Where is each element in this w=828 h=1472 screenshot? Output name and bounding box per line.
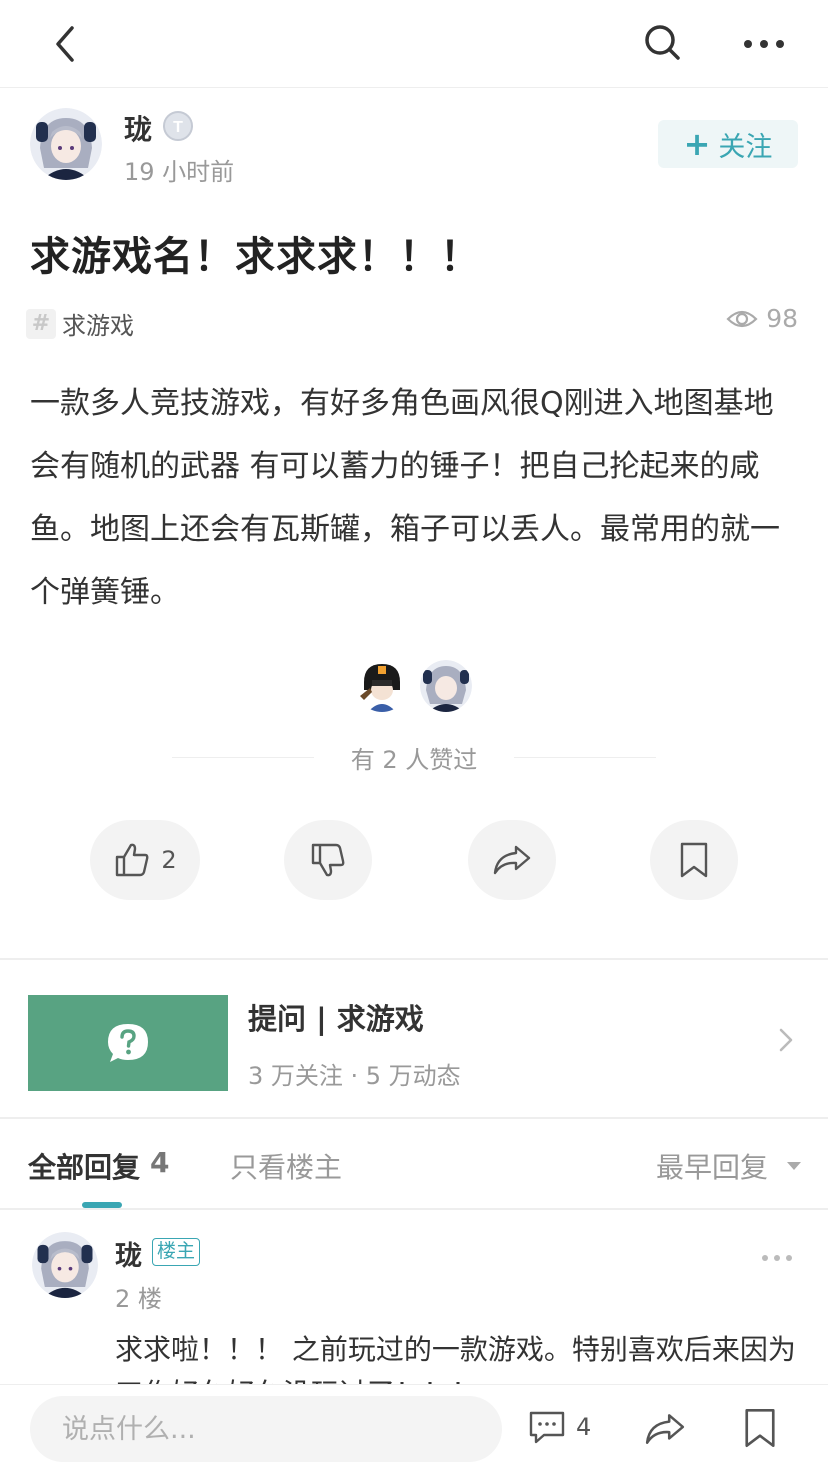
topic-cover[interactable] [28,995,228,1091]
plus-icon: + [683,125,711,163]
sort-label: 最早回复 [655,1151,768,1184]
reply-text: 求求啦！！！ 之前玩过的一款游戏。特别喜欢后来因为工作好久好久没玩过了！！！ [115,1333,796,1384]
bottom-bar: 4 [0,1384,828,1472]
search-button[interactable] [640,20,684,64]
tab-all-label: 全部回复 [28,1151,141,1184]
bookmark-button-bottom[interactable] [742,1407,778,1449]
topic-title[interactable]: 提问 | 求游戏 [248,996,424,1038]
post-tag[interactable]: # 求游戏 [26,306,134,341]
comment-input[interactable] [30,1396,502,1462]
comment-count: 4 [576,1413,592,1441]
share-button-bottom[interactable] [644,1409,686,1449]
thumbs-up-icon [116,843,149,877]
liker-avatar[interactable] [356,660,408,712]
svg-text:T: T [173,119,183,136]
hashtag-icon: # [26,308,56,339]
bookmark-icon [745,1408,775,1448]
post-time: 19 小时前 [124,158,235,186]
post-tag-label: 求游戏 [62,312,134,340]
share-icon [645,1414,685,1444]
thumbs-down-icon [311,843,345,877]
question-bubble-icon [108,1024,148,1062]
tab-all-replies[interactable]: 全部回复 4 [28,1146,170,1186]
back-button[interactable] [44,22,84,66]
view-count-value: 98 [766,304,798,333]
topic-stats: 3 万关注 · 5 万动态 [248,1062,461,1090]
follow-label: 关注 [718,131,773,163]
comment-icon [529,1411,565,1444]
reply-author-name[interactable]: 珑 [115,1234,142,1273]
bookmark-icon [680,842,708,878]
post-title: 求游戏名！求求求！！！ [30,234,481,280]
tab-op-only[interactable]: 只看楼主 [230,1146,342,1186]
follow-button[interactable]: + 关注 [658,120,798,168]
post-body: 一款多人竞技游戏，有好多角色画风很Q刚进入地图基地会有随机的武器 有可以蓄力的锤… [30,386,780,610]
share-icon [493,845,531,875]
bookmark-button[interactable] [650,820,738,900]
topic-link[interactable] [776,1026,796,1054]
more-horizontal-icon [762,1255,792,1261]
like-button[interactable]: 2 [90,820,200,900]
comments-button[interactable]: 4 [528,1409,591,1445]
level-badge: T [162,110,194,142]
chevron-right-icon [779,1028,793,1052]
liker-avatar[interactable] [420,660,472,712]
reply-floor: 2 楼 [115,1285,162,1313]
like-count: 2 [161,846,177,874]
author-avatar[interactable] [30,108,102,180]
more-button[interactable] [740,22,788,66]
reply-count: 4 [150,1146,170,1179]
section-divider [0,958,828,960]
reply-avatar[interactable] [32,1232,98,1298]
chevron-left-icon [56,26,74,62]
top-bar [0,0,828,88]
op-badge: 楼主 [152,1238,201,1266]
section-divider [0,1117,828,1119]
author-name[interactable]: 珑 [124,108,152,148]
caret-down-icon [787,1162,801,1170]
more-horizontal-icon [744,40,784,48]
search-icon [645,25,680,60]
share-button[interactable] [468,820,556,900]
likes-summary[interactable]: 有 2 人赞过 [0,740,828,775]
reply-more-button[interactable] [760,1246,794,1270]
sort-dropdown[interactable]: 最早回复 [656,1146,802,1186]
eye-icon [726,310,758,327]
dislike-button[interactable] [284,820,372,900]
section-divider [0,1208,828,1210]
view-count: 98 [726,304,798,333]
